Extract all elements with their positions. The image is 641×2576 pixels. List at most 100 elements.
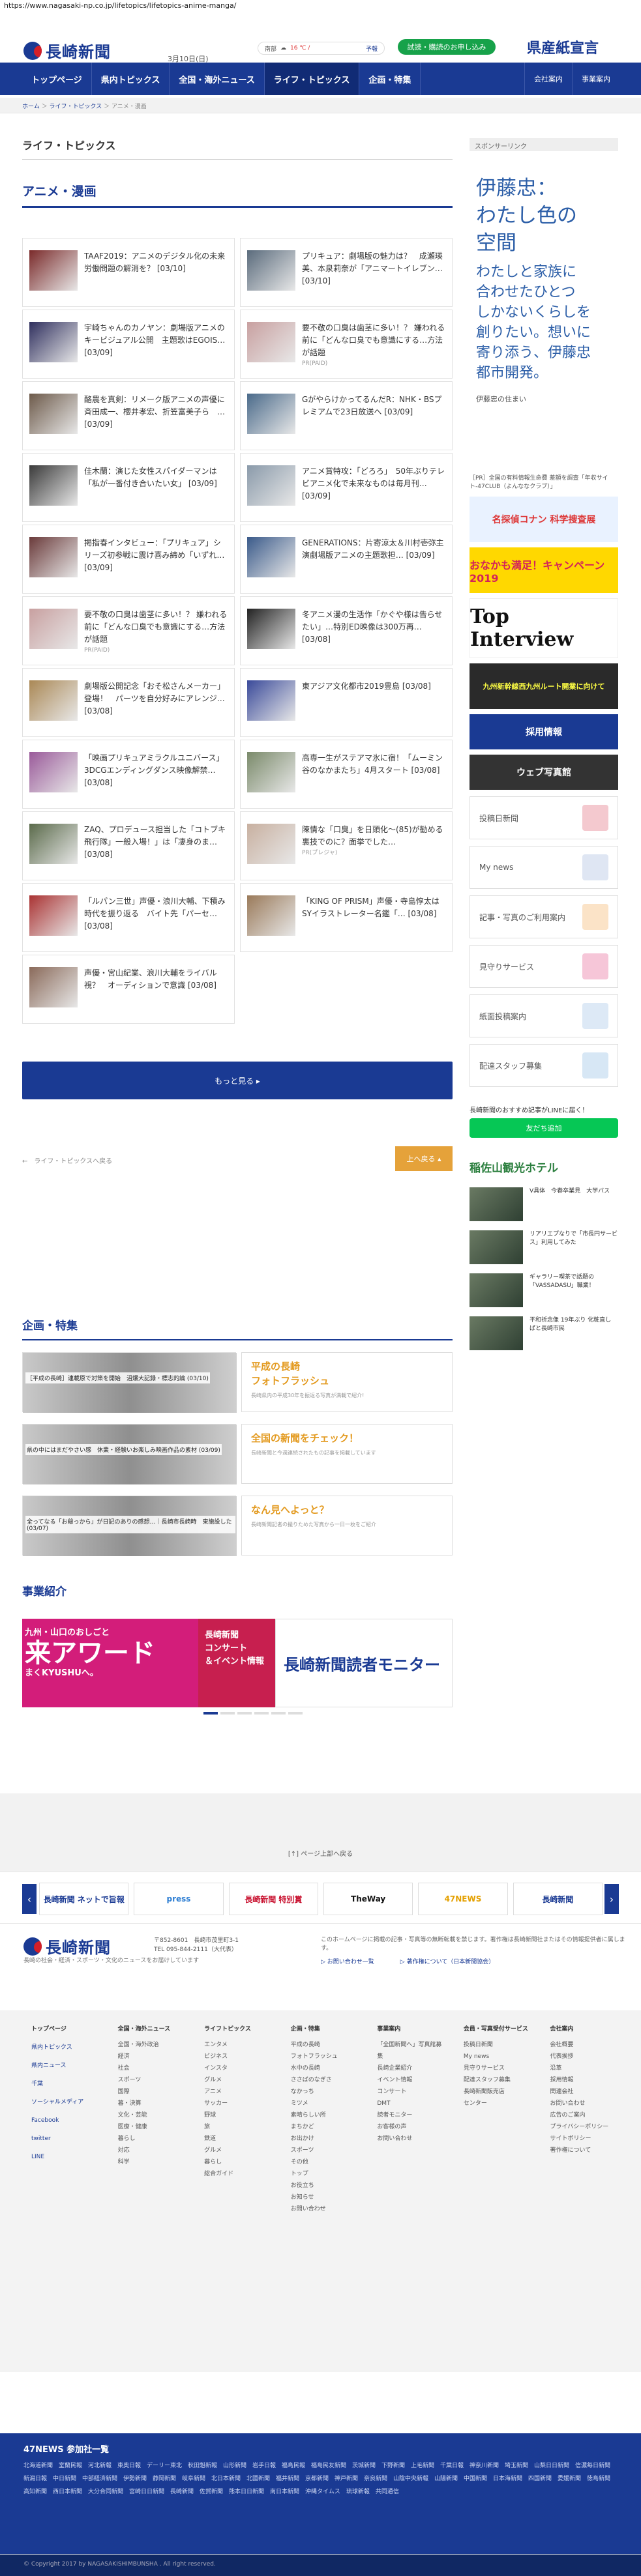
video-item[interactable]: ギャラリー喫茶で話題の「VASSADASU」職業！ — [470, 1273, 618, 1307]
article-card[interactable]: プリキュア：劇場版の魅力は？ 成瀬瑛美、本泉莉奈が「アニマートイレブン… [03… — [240, 238, 453, 307]
sitemap-heading[interactable]: 事業案内 — [377, 2023, 445, 2035]
article-card[interactable]: 冬アニメ漫の生活作「かぐや様は告らせたい」…特別ED映像は300万再… [03/… — [240, 596, 453, 665]
carousel-dot[interactable] — [203, 1712, 218, 1715]
sitemap-link[interactable]: 素晴らしい所 — [291, 2109, 359, 2121]
partner-logo[interactable]: 長崎新聞 — [513, 1883, 603, 1915]
sitemap-link[interactable]: 鉄道 — [204, 2133, 273, 2145]
sitemap-link[interactable]: スポーツ — [118, 2074, 186, 2086]
sitemap-link[interactable]: グルメ — [204, 2145, 273, 2156]
article-card[interactable]: ZAQ、プロデュース担当した「コトブキ飛行隊」一般入場！」は「凄身のま… [03… — [22, 811, 235, 880]
sitemap-link[interactable]: ビジネス — [204, 2051, 273, 2062]
sitemap-link[interactable]: 配達スタッフ募集 — [464, 2074, 532, 2086]
top-interview-banner[interactable]: Top Interview — [470, 598, 618, 658]
sitemap-link[interactable]: 長崎企業紹介 — [377, 2062, 445, 2074]
forecast-link[interactable]: 予報 — [366, 44, 378, 53]
pr-text[interactable]: ［PR］全国の有料情報生命費 差額を調査「年収サイト-47CLUB（よんななクラ… — [470, 474, 618, 491]
sitemap-link[interactable]: お問い合わせ — [291, 2203, 359, 2215]
page-top-link[interactable]: [↑] ページ上部へ戻る — [0, 1848, 641, 1858]
more-button[interactable]: もっと見る ▸ — [22, 1062, 453, 1099]
sitemap-link[interactable]: 社会 — [118, 2062, 186, 2074]
chevron-left-icon[interactable]: ‹ — [22, 1884, 37, 1914]
sidebar-service-box[interactable]: 見守りサービス — [470, 945, 618, 988]
sidebar-service-box[interactable]: 配達スタッフ募集 — [470, 1044, 618, 1087]
sitemap-link[interactable]: 代表挨拶 — [550, 2051, 618, 2062]
article-card[interactable]: 劇場版公開記念「おそ松さんメーカー」登場！ パーツを自分好みにアレンジ… [03… — [22, 668, 235, 737]
feature-photo[interactable]: 県の中にはまだやさい感 休業・経験いお楽しみ映画作品の素材 (03/09) — [22, 1424, 237, 1484]
carousel-dot[interactable] — [237, 1712, 252, 1715]
partner-logo[interactable]: 47NEWS — [418, 1883, 508, 1915]
sitemap-link[interactable]: 県内ニュース — [31, 2060, 100, 2072]
sitemap-link[interactable]: 著作権について — [550, 2145, 618, 2156]
sitemap-link[interactable]: まちかど — [291, 2121, 359, 2133]
sitemap-link[interactable]: フォトフラッシュ — [291, 2051, 359, 2062]
article-card[interactable]: 陳情な「口臭」を日頭化〜(85)が勧める裏技でのに？面挙でした… PR(プレジャ) — [240, 811, 453, 880]
feature-row[interactable]: 県の中にはまだやさい感 休業・経験いお楽しみ映画作品の素材 (03/09) 全国の… — [22, 1424, 453, 1484]
sitemap-link[interactable]: 医療・健康 — [118, 2121, 186, 2133]
nav-company[interactable]: 会社案内 — [524, 63, 572, 95]
sitemap-link[interactable]: お出かけ — [291, 2133, 359, 2145]
sitemap-link[interactable]: 対応 — [118, 2145, 186, 2156]
carousel-dot[interactable] — [271, 1712, 286, 1715]
sitemap-link[interactable]: 文化・芸能 — [118, 2109, 186, 2121]
sitemap-link[interactable]: 総合ガイド — [204, 2168, 273, 2180]
sitemap-link[interactable]: スポーツ — [291, 2145, 359, 2156]
nav-features[interactable]: 企画・特集 — [359, 63, 421, 95]
sitemap-link[interactable]: お知らせ — [291, 2192, 359, 2203]
sitemap-heading[interactable]: 会社案内 — [550, 2023, 618, 2035]
sitemap-link[interactable]: 広告のご案内 — [550, 2109, 618, 2121]
url-bar[interactable]: https://www.nagasaki-np.co.jp/lifetopics… — [0, 0, 641, 13]
feature-photo[interactable]: ［平成の長崎］連載原で対策を開始 沼爆大記録・標志的論 (03/10) — [22, 1352, 237, 1413]
sitemap-heading[interactable]: 企画・特集 — [291, 2023, 359, 2035]
sitemap-link[interactable]: サッカー — [204, 2098, 273, 2109]
sitemap-link[interactable]: 読者モニター — [377, 2109, 445, 2121]
nav-top[interactable]: トップページ — [22, 63, 92, 95]
article-card[interactable]: TAAF2019：アニメのデジタル化の未来 労働問題の解消を？ [03/10] — [22, 238, 235, 307]
reader-monitor-banner[interactable]: 長崎新聞読者モニター — [275, 1619, 453, 1707]
trial-subscribe-button[interactable]: 試読・購読のお申し込み — [398, 39, 496, 55]
partner-logo[interactable]: 長崎新聞 特別賞 — [228, 1883, 318, 1915]
sitemap-link[interactable]: アニメ — [204, 2086, 273, 2098]
feature-photo[interactable]: 全ってなる「お爺っから」が日記のありの感想…｜長崎市長崎時 東施設した (03/… — [22, 1496, 237, 1556]
sidebar-service-box[interactable]: 記事・写真のご利用案内 — [470, 895, 618, 938]
footer-logo[interactable]: 長崎新聞 — [23, 1935, 111, 1958]
sitemap-heading[interactable]: トップページ — [31, 2023, 100, 2035]
sitemap-link[interactable]: イベント情報 — [377, 2074, 445, 2086]
recruit-banner[interactable]: 採用情報 — [470, 714, 618, 749]
sitemap-link[interactable]: 全国・海外政治 — [118, 2039, 186, 2051]
prefecture-paper-banner[interactable]: 県産紙宣言 — [505, 36, 620, 57]
sitemap-link[interactable]: 投稿日新聞 — [464, 2039, 532, 2051]
nav-local-topics[interactable]: 県内トピックス — [92, 63, 170, 95]
back-link[interactable]: ← ライフ・トピックスへ戻る — [22, 1155, 112, 1165]
article-card[interactable]: 宇崎ちゃんのカノヤン：劇場版アニメのキービジュアル公開 主題歌はEGOIS… [… — [22, 310, 235, 379]
nav-national-news[interactable]: 全国・海外ニュース — [170, 63, 265, 95]
video-item[interactable]: V具体 今春卒業見 大学バス — [470, 1187, 618, 1221]
partner-logo[interactable]: TheWay — [323, 1883, 413, 1915]
partner-logo[interactable]: press — [134, 1883, 224, 1915]
shinkansen-banner[interactable]: 九州新幹線西九州ルート開業に向けて — [470, 663, 618, 709]
campaign-banner[interactable]: おなかも満足！キャンペーン2019 — [470, 547, 618, 593]
article-card[interactable]: GがやらけかってるんだR：NHK・BSプレミアムで23日放送へ [03/09] — [240, 381, 453, 450]
photo-gallery-banner[interactable]: ウェブ写真館 — [470, 755, 618, 790]
sitemap-link[interactable]: 「全国新聞へ」写真館募集 — [377, 2039, 445, 2062]
sitemap-link[interactable]: 科学 — [118, 2156, 186, 2168]
sitemap-link[interactable]: お客様の声 — [377, 2121, 445, 2133]
sitemap-link[interactable]: 暮らし — [204, 2156, 273, 2168]
sitemap-link[interactable]: 野球 — [204, 2109, 273, 2121]
video-item[interactable]: 平和祈念像 19年ぶり 化粧直し ぱと長崎市民 — [470, 1316, 618, 1350]
sitemap-link[interactable]: エンタメ — [204, 2039, 273, 2051]
sitemap-link[interactable]: Facebook — [31, 2115, 100, 2126]
article-card[interactable]: 「映画プリキュアミラクルユニバース」3DCGエンディングダンス映像解禁… [03… — [22, 740, 235, 809]
article-card[interactable]: 東アジア文化都市2019豊島 [03/08] — [240, 668, 453, 737]
conan-banner[interactable]: 名探偵コナン 科学捜査展 — [470, 497, 618, 542]
sidebar-service-box[interactable]: My news — [470, 846, 618, 889]
47news-list[interactable]: 北海道新聞 室蘭民報 河北新報 東奥日報 デーリー東北 秋田魁新報 山形新聞 岩… — [23, 2459, 617, 2498]
sitemap-link[interactable]: サイトポリシー — [550, 2133, 618, 2145]
site-logo[interactable]: 長崎新聞 — [23, 39, 111, 62]
article-card[interactable]: 要不敬の口臭は歯茎に多い！？ 嫌われる前に「どんな口臭でも意識にする…方法が話題… — [240, 310, 453, 379]
sitemap-link[interactable]: センター — [464, 2098, 532, 2109]
sitemap-link[interactable]: 長崎新聞販売店 — [464, 2086, 532, 2098]
sitemap-heading[interactable]: ライフトピックス — [204, 2023, 273, 2035]
article-card[interactable]: 佳木蘭：演じた女性スパイダーマンは「私が一番付き合いたい女」 [03/09] — [22, 453, 235, 522]
sitemap-link[interactable]: お役立ち — [291, 2180, 359, 2192]
sitemap-link[interactable]: My news — [464, 2051, 532, 2062]
